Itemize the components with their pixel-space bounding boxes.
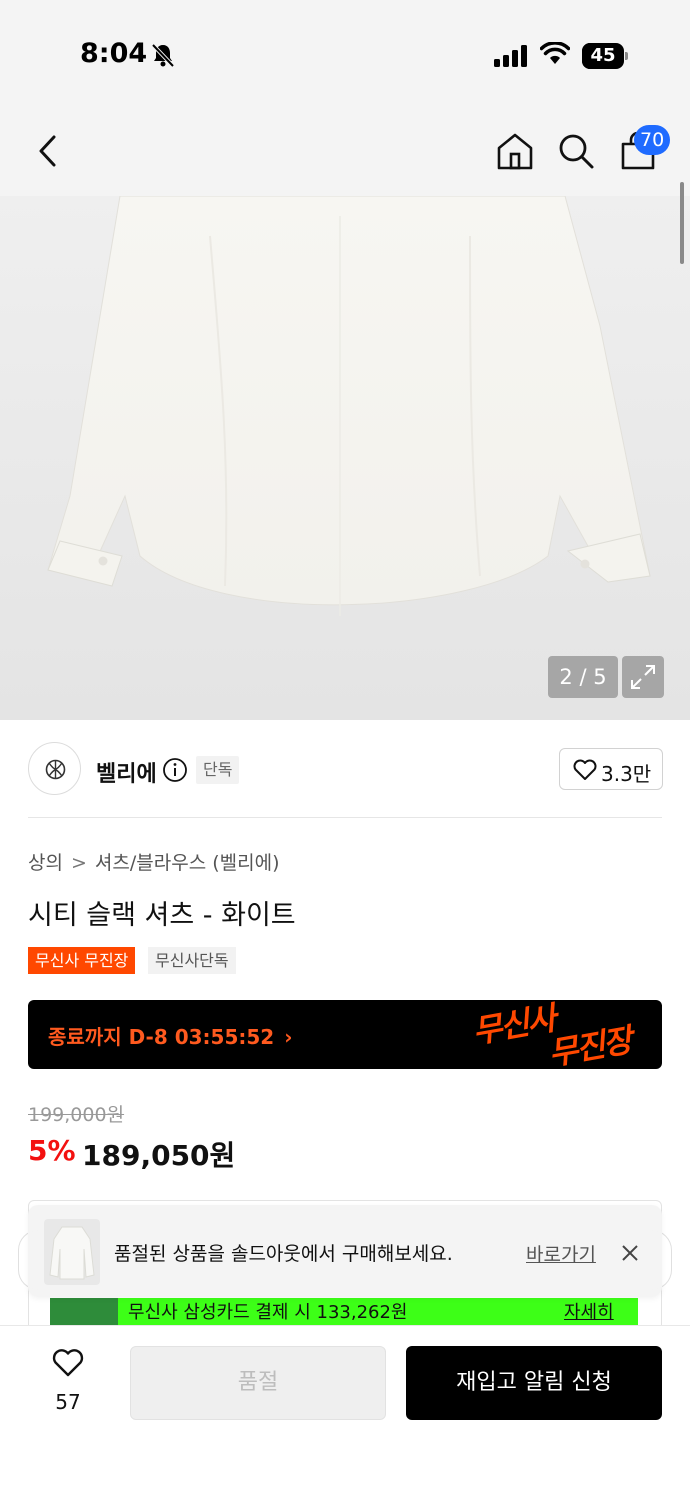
image-counter: 2 / 5 xyxy=(548,656,618,698)
shirt-photo xyxy=(47,196,651,616)
brand-like-button[interactable]: 3.3만 xyxy=(559,748,663,790)
exclusive-store-tag: 무신사단독 xyxy=(148,947,236,974)
event-countdown-banner[interactable]: 종료까지 D-8 03:55:52 › 무신사 무진장 xyxy=(28,1000,662,1069)
event-tag: 무신사 무진장 xyxy=(28,947,136,974)
back-arrow-icon[interactable] xyxy=(34,134,62,168)
restock-alert-button[interactable]: 재입고 알림 신청 xyxy=(406,1346,662,1420)
status-bar: 8:04 45 xyxy=(0,0,690,100)
signal-icon xyxy=(494,45,527,67)
scrollbar[interactable] xyxy=(680,182,684,264)
sale-price: 189,050원 xyxy=(82,1139,236,1172)
event-logo-line2: 무진장 xyxy=(545,1021,634,1069)
battery-indicator: 45 xyxy=(582,43,628,69)
toast-shortcut-link[interactable]: 바로가기 xyxy=(526,1240,596,1267)
heart-icon xyxy=(52,1349,84,1377)
discount-rate: 5% xyxy=(28,1134,76,1167)
countdown-timer: 종료까지 D-8 03:55:52 › xyxy=(48,1025,293,1049)
card-image xyxy=(50,1298,118,1326)
info-icon[interactable] xyxy=(162,757,188,783)
exclusive-tag: 단독 xyxy=(196,756,240,784)
expand-image-button[interactable] xyxy=(622,656,664,698)
brand-logo-icon xyxy=(45,759,66,780)
bell-muted-icon xyxy=(151,43,175,68)
event-logo-line1: 무신사 xyxy=(469,1000,558,1051)
home-icon[interactable] xyxy=(496,132,534,170)
toast-product-thumbnail xyxy=(44,1219,100,1285)
cart-count-badge: 70 xyxy=(634,125,671,155)
breadcrumb-separator: > xyxy=(70,852,87,874)
brand-like-count: 3.3만 xyxy=(601,762,652,786)
breadcrumb-category[interactable]: 상의 xyxy=(28,852,63,874)
wishlist-count: 57 xyxy=(55,1390,81,1414)
soldout-toast: 품절된 상품을 솔드아웃에서 구매해보세요. 바로가기 xyxy=(28,1205,662,1297)
search-icon[interactable] xyxy=(557,132,595,170)
status-time: 8:04 xyxy=(80,38,148,69)
divider xyxy=(28,817,662,818)
card-promo-banner[interactable]: 무신사 삼성카드 결제 시 133,262원 자세히 xyxy=(50,1298,638,1326)
wishlist-button[interactable]: 57 xyxy=(38,1348,98,1418)
expand-icon xyxy=(631,665,655,689)
soldout-button: 품절 xyxy=(130,1346,386,1420)
card-promo-text: 무신사 삼성카드 결제 시 133,262원 xyxy=(128,1302,408,1323)
top-navigation xyxy=(0,100,690,196)
product-title: 시티 슬랙 셔츠 - 화이트 xyxy=(28,900,296,931)
battery-level: 45 xyxy=(590,45,616,66)
heart-outline-icon xyxy=(573,759,597,780)
close-icon[interactable] xyxy=(620,1243,640,1263)
original-price: 199,000원 xyxy=(28,1104,125,1126)
breadcrumb-subcategory[interactable]: 셔츠/블라우스 (벨리에) xyxy=(95,852,280,874)
card-promo-link[interactable]: 자세히 xyxy=(564,1298,614,1324)
brand-logo[interactable] xyxy=(28,742,81,795)
toast-message: 품절된 상품을 솔드아웃에서 구매해보세요. xyxy=(114,1243,453,1265)
product-image-gallery[interactable] xyxy=(0,196,690,720)
wifi-icon xyxy=(540,42,570,64)
brand-name[interactable]: 벨리에 xyxy=(96,756,157,788)
breadcrumb: 상의 > 셔츠/블라우스 (벨리에) xyxy=(28,848,279,875)
